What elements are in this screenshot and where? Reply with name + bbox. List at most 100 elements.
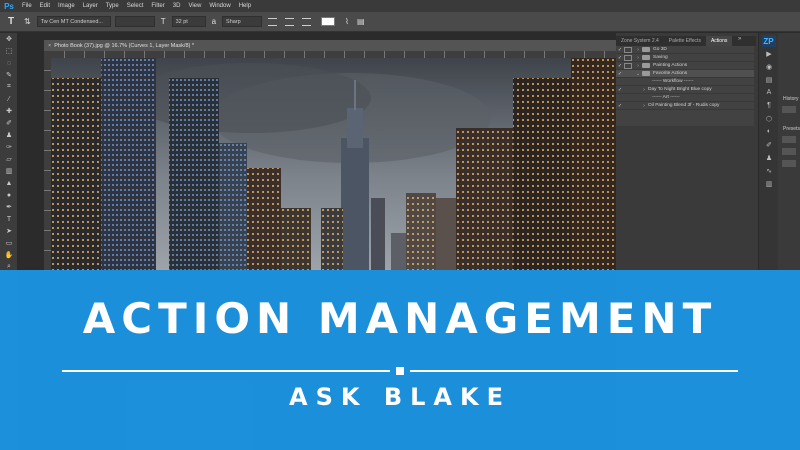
- presets-panel-label[interactable]: Presets: [781, 124, 800, 134]
- marquee-tool-icon[interactable]: ⬚: [0, 45, 18, 57]
- history-panel-label[interactable]: History: [781, 94, 800, 104]
- menu-3d[interactable]: 3D: [169, 3, 185, 9]
- action-set-go-3d[interactable]: ✓ › Go 3D: [616, 46, 754, 54]
- play-icon[interactable]: ▶: [759, 47, 779, 60]
- menu-filter[interactable]: Filter: [147, 3, 168, 9]
- text-color-swatch[interactable]: [321, 17, 336, 26]
- toggle-check-icon[interactable]: ✓: [616, 103, 624, 109]
- document-tab[interactable]: × Photo Book (37).jpg @ 16.7% (Curves 1,…: [44, 40, 616, 51]
- menu-image[interactable]: Image: [54, 3, 79, 9]
- zone-system-panel-icon[interactable]: ZP: [761, 35, 776, 47]
- menu-file[interactable]: File: [18, 3, 36, 9]
- antialias-icon: a: [211, 17, 217, 26]
- folder-icon: [642, 55, 650, 60]
- path-select-tool-icon[interactable]: ➤: [0, 225, 18, 237]
- warp-text-icon[interactable]: ⌇: [343, 17, 351, 26]
- font-family-select[interactable]: Tw Cen MT Condensed...: [36, 16, 111, 27]
- expand-arrow-icon[interactable]: ›: [640, 87, 648, 93]
- dodge-tool-icon[interactable]: ●: [0, 189, 18, 201]
- brush-panel-icon[interactable]: ✐: [759, 138, 779, 151]
- action-set-saving[interactable]: ✓ › Saving: [616, 54, 754, 62]
- dialog-toggle-icon[interactable]: [624, 62, 632, 69]
- healing-tool-icon[interactable]: ✚: [0, 105, 18, 117]
- dialog-toggle-icon[interactable]: [624, 54, 632, 61]
- history-snapshot-thumb[interactable]: [782, 106, 796, 113]
- character-icon[interactable]: A: [759, 86, 779, 99]
- tab-palette-effects[interactable]: Palette Effects: [664, 36, 706, 46]
- blur-tool-icon[interactable]: ▲: [0, 177, 18, 189]
- menu-help[interactable]: Help: [235, 3, 255, 9]
- eraser-tool-icon[interactable]: ▱: [0, 153, 18, 165]
- horizontal-ruler[interactable]: [44, 51, 616, 58]
- preset-thumb[interactable]: [782, 160, 796, 167]
- tab-zone-system[interactable]: Zone System 2.4: [616, 36, 664, 46]
- type-tool-side-icon[interactable]: T: [0, 213, 18, 225]
- tab-actions[interactable]: Actions: [705, 36, 733, 46]
- brush-tool-icon[interactable]: ✐: [0, 117, 18, 129]
- clone-stamp-tool-icon[interactable]: ♟: [0, 129, 18, 141]
- pen-tool-icon[interactable]: ✒: [0, 201, 18, 213]
- photoshop-logo[interactable]: Ps: [0, 0, 18, 12]
- expand-arrow-icon[interactable]: ⌄: [634, 71, 642, 77]
- toggle-check-icon[interactable]: ✓: [616, 47, 624, 53]
- vertical-ruler[interactable]: [44, 51, 51, 271]
- adjustments-icon[interactable]: ◐: [759, 125, 779, 138]
- action-label: Oil Painting Blend 3f - Rudis copy: [648, 103, 720, 108]
- toggle-check-icon[interactable]: ✓: [616, 63, 624, 69]
- paragraph-icon[interactable]: ¶: [759, 99, 779, 112]
- eyedropper-tool-icon[interactable]: ⁄: [0, 93, 18, 105]
- expand-arrow-icon[interactable]: ›: [634, 55, 642, 61]
- action-day-to-night[interactable]: ✓ › Day To Night Bright Blue copy: [616, 86, 754, 94]
- toggle-check-icon[interactable]: ✓: [616, 55, 624, 61]
- align-center-icon[interactable]: [285, 17, 295, 26]
- menu-layer[interactable]: Layer: [79, 3, 102, 9]
- character-panel-icon[interactable]: ▤: [355, 17, 367, 26]
- palette-icon[interactable]: ◉: [759, 60, 779, 73]
- expand-arrow-icon[interactable]: ›: [640, 103, 648, 109]
- close-document-icon[interactable]: ×: [48, 43, 51, 49]
- menu-window[interactable]: Window: [205, 3, 234, 9]
- gradient-tool-icon[interactable]: ▥: [0, 165, 18, 177]
- preset-thumb[interactable]: [782, 148, 796, 155]
- clone-source-icon[interactable]: ♟: [759, 151, 779, 164]
- move-tool-icon[interactable]: ✥: [0, 33, 18, 45]
- menu-select[interactable]: Select: [123, 3, 148, 9]
- menu-view[interactable]: View: [184, 3, 205, 9]
- layers-icon[interactable]: ▤: [759, 73, 779, 86]
- menu-type[interactable]: Type: [102, 3, 123, 9]
- toggle-check-icon[interactable]: ✓: [616, 87, 624, 93]
- collapse-panel-icon[interactable]: »: [738, 36, 741, 42]
- shape-tool-icon[interactable]: ▭: [0, 237, 18, 249]
- action-divider-art[interactable]: ------ Art ------: [616, 94, 754, 102]
- folder-icon: [642, 47, 650, 52]
- action-oil-painting[interactable]: ✓ › Oil Painting Blend 3f - Rudis copy: [616, 102, 754, 110]
- document-canvas[interactable]: [51, 58, 616, 270]
- expand-arrow-icon[interactable]: ›: [634, 47, 642, 53]
- channels-icon[interactable]: ▥: [759, 177, 779, 190]
- lasso-tool-icon[interactable]: ◌: [0, 57, 18, 69]
- dialog-toggle-icon[interactable]: [624, 46, 632, 53]
- antialias-select[interactable]: Sharp: [222, 16, 263, 27]
- quick-select-tool-icon[interactable]: ✎: [0, 69, 18, 81]
- dialog-toggle-icon[interactable]: [624, 71, 632, 77]
- crop-tool-icon[interactable]: ⌗: [0, 81, 18, 93]
- font-size-select[interactable]: 32 pt: [171, 16, 206, 27]
- type-tool-icon[interactable]: T: [4, 15, 18, 29]
- align-right-icon[interactable]: [302, 17, 312, 26]
- dialog-toggle-icon[interactable]: [624, 103, 632, 109]
- dialog-toggle-icon[interactable]: [624, 87, 632, 93]
- font-style-select[interactable]: [114, 16, 155, 27]
- action-set-painting-actions[interactable]: ✓ › Painting Actions: [616, 62, 754, 70]
- action-set-favorite-actions[interactable]: ✓ ⌄ Favorite Actions: [616, 70, 754, 78]
- history-brush-tool-icon[interactable]: ✑: [0, 141, 18, 153]
- cube-icon[interactable]: ⬡: [759, 112, 779, 125]
- curves-icon[interactable]: ∿: [759, 164, 779, 177]
- menu-edit[interactable]: Edit: [36, 3, 54, 9]
- orientation-toggle-icon[interactable]: ⇅: [22, 17, 33, 26]
- align-left-icon[interactable]: [268, 17, 278, 26]
- hand-tool-icon[interactable]: ✋: [0, 249, 18, 261]
- preset-thumb[interactable]: [782, 136, 796, 143]
- toggle-check-icon[interactable]: ✓: [616, 71, 624, 77]
- action-divider-workflow[interactable]: ------ Workflow ------: [616, 78, 754, 86]
- expand-arrow-icon[interactable]: ›: [634, 63, 642, 69]
